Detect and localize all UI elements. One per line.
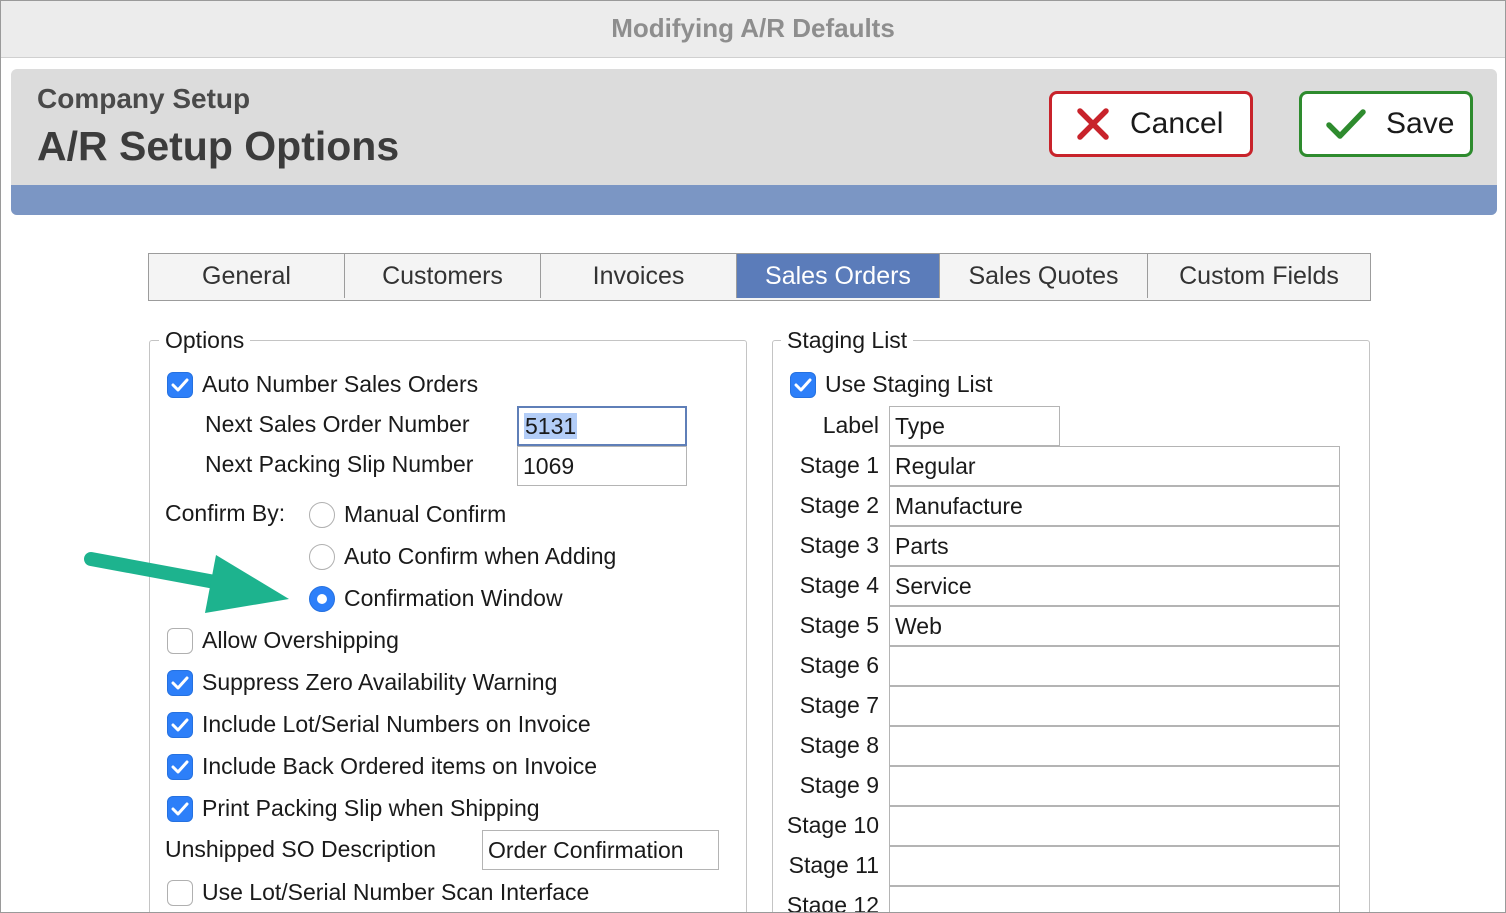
stage-6-label: Stage 6 xyxy=(799,652,879,678)
checkmark-icon xyxy=(171,718,189,731)
tab-general[interactable]: General xyxy=(149,254,345,298)
next-so-label: Next Sales Order Number xyxy=(205,411,470,437)
stage-10-label: Stage 10 xyxy=(786,812,879,838)
allow-overshipping-label: Allow Overshipping xyxy=(202,627,399,653)
confirmation-window-label: Confirmation Window xyxy=(344,585,563,611)
allow-overshipping-checkbox[interactable] xyxy=(167,627,193,654)
use-staging-label: Use Staging List xyxy=(825,371,993,397)
stage-9-label: Stage 9 xyxy=(799,772,879,798)
print-packing-slip-checkbox[interactable] xyxy=(167,795,193,822)
stage-11-field[interactable] xyxy=(889,846,1340,886)
print-packing-slip-label: Print Packing Slip when Shipping xyxy=(202,795,540,821)
confirm-by-label: Confirm By: xyxy=(165,500,286,526)
checkmark-icon xyxy=(171,378,189,391)
header-subtitle: Company Setup xyxy=(37,83,251,114)
page-title: A/R Setup Options xyxy=(37,123,400,169)
suppress-zero-checkbox[interactable] xyxy=(167,669,193,696)
print-packing-slip-row[interactable]: Print Packing Slip when Shipping xyxy=(167,795,540,822)
confirm-option-manual[interactable]: Manual Confirm xyxy=(309,501,506,528)
stage-1-label: Stage 1 xyxy=(799,452,879,478)
lot-scan-row[interactable]: Use Lot/Serial Number Scan Interface xyxy=(167,879,589,906)
save-label: Save xyxy=(1386,107,1455,140)
stage-9-field[interactable] xyxy=(889,766,1340,806)
stage-4-field[interactable]: Service xyxy=(889,566,1340,606)
auto-number-checkbox[interactable] xyxy=(167,371,193,398)
staging-list-group-label: Staging List xyxy=(781,327,914,354)
tab-sales-orders[interactable]: Sales Orders xyxy=(737,254,940,298)
unshipped-so-label: Unshipped SO Description xyxy=(165,836,437,862)
stage-2-label: Stage 2 xyxy=(799,492,879,518)
stage-7-field[interactable] xyxy=(889,686,1340,726)
auto-confirm-radio[interactable] xyxy=(309,543,335,570)
suppress-zero-row[interactable]: Suppress Zero Availability Warning xyxy=(167,669,557,696)
use-staging-checkbox[interactable] xyxy=(790,371,816,398)
staging-label-caption: Label xyxy=(822,412,879,438)
lot-scan-checkbox[interactable] xyxy=(167,879,193,906)
include-lot-serial-row[interactable]: Include Lot/Serial Numbers on Invoice xyxy=(167,711,591,738)
include-lot-serial-checkbox[interactable] xyxy=(167,711,193,738)
use-staging-row[interactable]: Use Staging List xyxy=(790,371,992,398)
checkmark-icon xyxy=(171,676,189,689)
tab-bar: General Customers Invoices Sales Orders … xyxy=(148,253,1371,301)
auto-number-label: Auto Number Sales Orders xyxy=(202,371,479,397)
annotation-arrow-icon xyxy=(84,552,289,613)
stage-7-label: Stage 7 xyxy=(799,692,879,718)
save-button[interactable]: Save xyxy=(1299,91,1473,157)
stage-5-label: Stage 5 xyxy=(799,612,879,638)
lot-scan-label: Use Lot/Serial Number Scan Interface xyxy=(202,879,590,905)
stage-1-field[interactable]: Regular xyxy=(889,446,1340,486)
include-back-ordered-checkbox[interactable] xyxy=(167,753,193,780)
confirmation-window-radio[interactable] xyxy=(309,585,335,612)
manual-confirm-label: Manual Confirm xyxy=(344,501,507,527)
stage-2-field[interactable]: Manufacture xyxy=(889,486,1340,526)
unshipped-so-description-field[interactable]: Order Confirmation xyxy=(482,830,719,870)
stage-3-label: Stage 3 xyxy=(799,532,879,558)
stage-5-field[interactable]: Web xyxy=(889,606,1340,646)
checkmark-icon xyxy=(794,378,812,391)
stage-3-field[interactable]: Parts xyxy=(889,526,1340,566)
tab-customers[interactable]: Customers xyxy=(345,254,541,298)
stage-6-field[interactable] xyxy=(889,646,1340,686)
include-lot-serial-label: Include Lot/Serial Numbers on Invoice xyxy=(202,711,591,737)
manual-confirm-radio[interactable] xyxy=(309,501,335,528)
cancel-button[interactable]: Cancel xyxy=(1049,91,1253,157)
next-ps-label: Next Packing Slip Number xyxy=(205,451,474,477)
checkmark-icon xyxy=(1326,109,1366,139)
allow-overshipping-row[interactable]: Allow Overshipping xyxy=(167,627,399,654)
confirm-option-auto[interactable]: Auto Confirm when Adding xyxy=(309,543,616,570)
auto-confirm-label: Auto Confirm when Adding xyxy=(344,543,617,569)
next-so-number-field[interactable]: 5131 xyxy=(517,406,687,446)
stage-8-label: Stage 8 xyxy=(799,732,879,758)
suppress-zero-label: Suppress Zero Availability Warning xyxy=(202,669,558,695)
tab-invoices[interactable]: Invoices xyxy=(541,254,737,298)
window-title: Modifying A/R Defaults xyxy=(1,1,1505,58)
stage-11-label: Stage 11 xyxy=(788,852,879,878)
next-so-number-value: 5131 xyxy=(524,413,578,439)
stage-4-label: Stage 4 xyxy=(799,572,879,598)
close-icon xyxy=(1077,108,1109,140)
next-packing-slip-field[interactable]: 1069 xyxy=(517,446,687,486)
stage-12-label: Stage 12 xyxy=(786,892,879,913)
header-panel: Company Setup A/R Setup Options Cancel S… xyxy=(11,69,1497,215)
cancel-label: Cancel xyxy=(1130,107,1224,140)
confirm-option-window[interactable]: Confirmation Window xyxy=(309,585,563,612)
options-group-label: Options xyxy=(159,327,251,354)
tab-sales-quotes[interactable]: Sales Quotes xyxy=(940,254,1148,298)
header-accent-strip xyxy=(11,185,1497,215)
stage-8-field[interactable] xyxy=(889,726,1340,766)
stage-10-field[interactable] xyxy=(889,806,1340,846)
include-back-ordered-label: Include Back Ordered items on Invoice xyxy=(202,753,598,779)
dialog-window: Modifying A/R Defaults Company Setup A/R… xyxy=(0,0,1506,913)
staging-label-field[interactable]: Type xyxy=(889,406,1060,446)
include-back-ordered-row[interactable]: Include Back Ordered items on Invoice xyxy=(167,753,597,780)
stage-12-field[interactable] xyxy=(889,886,1340,912)
tab-custom-fields[interactable]: Custom Fields xyxy=(1148,254,1370,298)
auto-number-row[interactable]: Auto Number Sales Orders xyxy=(167,371,478,398)
checkmark-icon xyxy=(171,760,189,773)
checkmark-icon xyxy=(171,802,189,815)
